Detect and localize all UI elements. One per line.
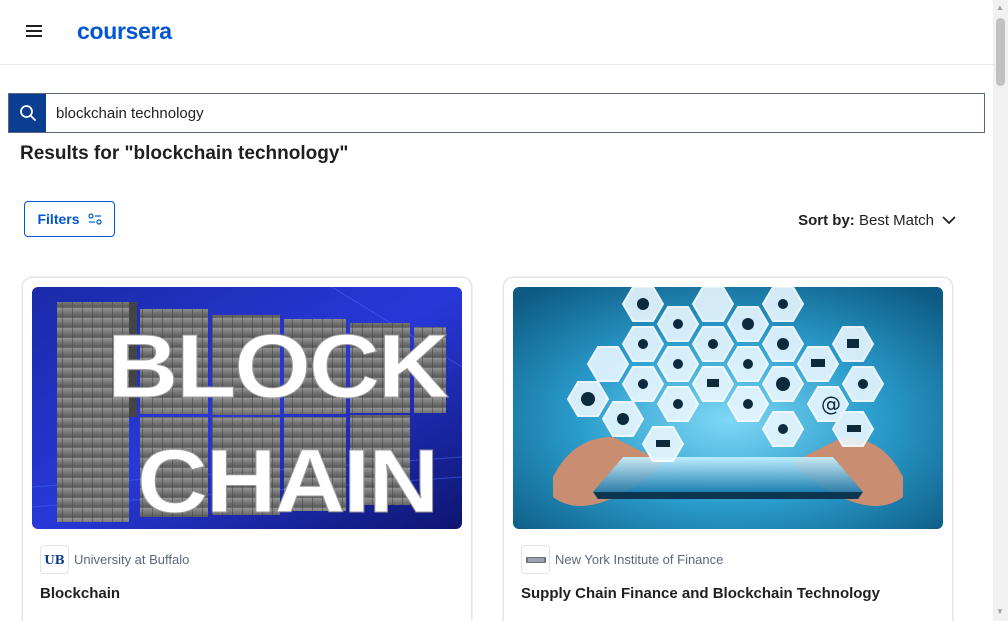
hamburger-menu-icon[interactable] xyxy=(22,21,46,41)
chevron-down-icon xyxy=(942,216,956,225)
course-image-supply-chain[interactable]: @ xyxy=(513,287,943,529)
nyif-logo xyxy=(521,545,550,574)
course-title[interactable]: Supply Chain Finance and Blockchain Tech… xyxy=(521,585,880,602)
search-button[interactable] xyxy=(9,94,46,132)
search-icon xyxy=(19,105,36,121)
course-title[interactable]: Blockchain xyxy=(40,585,120,602)
scroll-up-arrow-icon[interactable]: ▲ xyxy=(996,4,1004,12)
sort-dropdown[interactable]: Sort by: Best Match xyxy=(798,212,956,229)
course-card[interactable]: BLOCK CHAIN UB University at Buffalo Blo… xyxy=(22,277,472,621)
scroll-down-arrow-icon[interactable]: ▼ xyxy=(996,608,1004,616)
course-image-blockchain[interactable]: BLOCK CHAIN xyxy=(32,287,462,529)
page-scrollbar[interactable]: ▲ ▼ xyxy=(993,0,1008,621)
search-bar xyxy=(8,93,985,133)
filters-button[interactable]: Filters xyxy=(24,201,115,237)
university-at-buffalo-logo: UB xyxy=(40,545,69,574)
partner-row: New York Institute of Finance xyxy=(521,545,723,574)
filters-label: Filters xyxy=(37,211,80,227)
partner-logo-text: UB xyxy=(44,552,65,567)
image-text-block: BLOCK xyxy=(107,317,449,417)
search-input[interactable] xyxy=(46,94,984,132)
partner-name: University at Buffalo xyxy=(74,552,190,567)
sort-value: Best Match xyxy=(858,212,934,229)
scrollbar-thumb[interactable] xyxy=(996,18,1005,86)
image-text-chain: CHAIN xyxy=(137,432,437,529)
svg-text:@: @ xyxy=(821,392,841,416)
filters-sliders-icon xyxy=(87,213,102,225)
partner-name: New York Institute of Finance xyxy=(555,552,724,567)
partner-row: UB University at Buffalo xyxy=(40,545,189,574)
sort-label: Sort by: xyxy=(798,212,855,229)
coursera-logo[interactable]: coursera xyxy=(77,18,172,45)
course-card[interactable]: @ New York Institute of Finance Supply C… xyxy=(503,277,953,621)
top-header: coursera xyxy=(0,0,993,65)
results-heading: Results for "blockchain technology" xyxy=(20,143,349,164)
search-results-page: coursera Results for "blockchain technol… xyxy=(0,0,1008,621)
